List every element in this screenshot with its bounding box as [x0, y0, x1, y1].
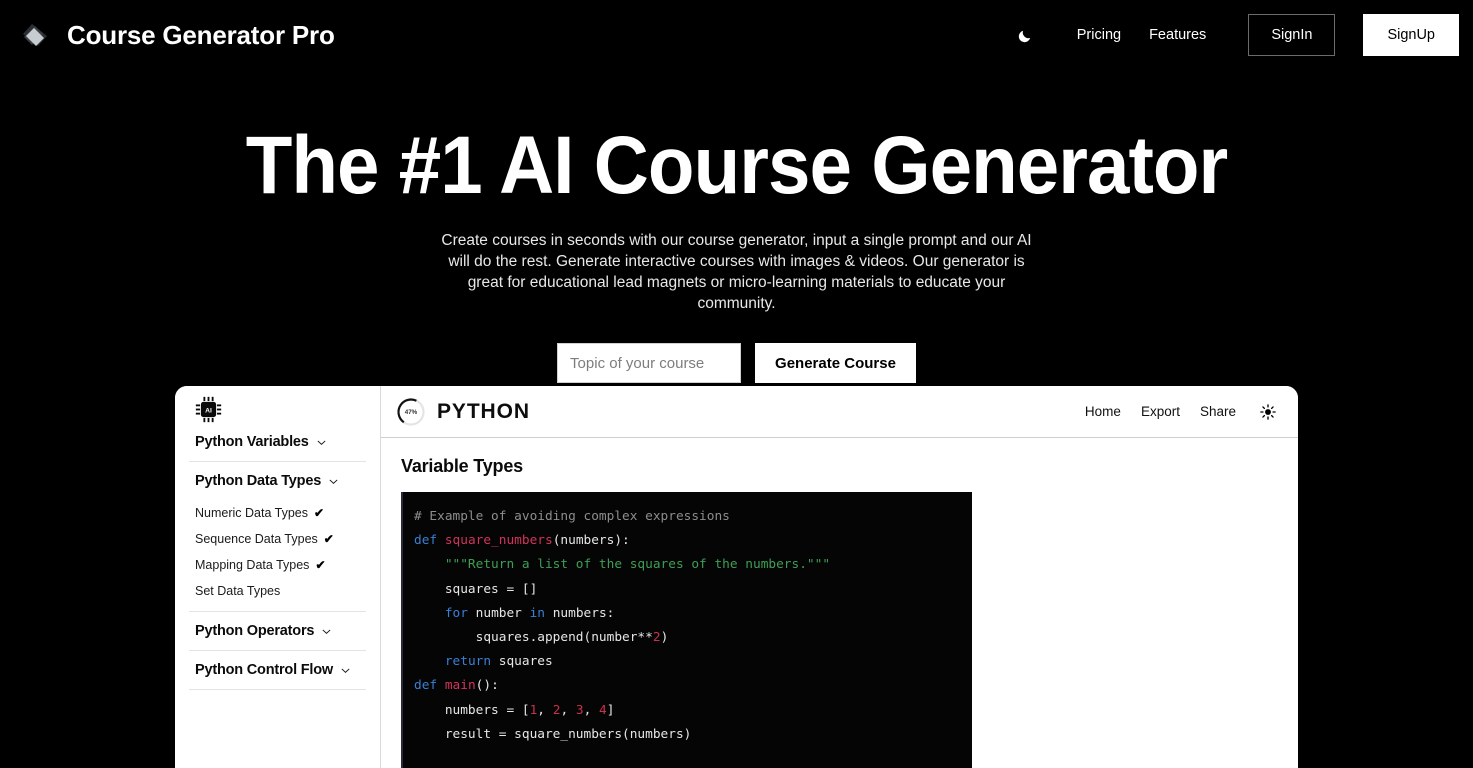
sidebar-item-sequence-data-types[interactable]: Sequence Data Types ✔ — [187, 526, 368, 552]
course-title: PYTHON — [437, 399, 530, 423]
code-line: squares.append(number**2) — [414, 626, 972, 650]
code-token: , — [583, 702, 599, 718]
code-token: 4 — [599, 702, 607, 718]
chevron-down-icon — [341, 668, 350, 673]
code-token: squares = [] — [414, 581, 538, 597]
top-navigation-bar: Course Generator Pro Pricing Features Si… — [0, 0, 1473, 70]
code-line: result = square_numbers(numbers) — [414, 723, 972, 747]
code-token: 3 — [575, 702, 584, 718]
course-topic-input[interactable] — [557, 343, 742, 383]
code-token: return — [444, 654, 492, 670]
sun-icon[interactable] — [1260, 403, 1276, 420]
sidebar-group-python-data-types[interactable]: Python Data Types — [187, 462, 368, 500]
sun-glyph — [1260, 403, 1276, 420]
sidebar-group-label: Python Data Types — [195, 473, 322, 489]
chevron-down-icon — [329, 479, 338, 484]
svg-text:AI: AI — [205, 407, 212, 414]
code-line: numbers = [1, 2, 3, 4] — [414, 699, 972, 723]
code-line: squares = [] — [414, 578, 972, 602]
progress-ring-icon: 47% — [397, 397, 425, 426]
code-snippet-block: # Example of avoiding complex expression… — [401, 492, 972, 768]
check-icon: ✔ — [323, 532, 334, 546]
progress-label: 47% — [405, 409, 418, 416]
code-token: , — [537, 702, 553, 718]
sidebar-item-mapping-data-types[interactable]: Mapping Data Types ✔ — [187, 552, 368, 578]
hero-section: The #1 AI Course Generator Create course… — [0, 118, 1473, 383]
code-token: squares — [491, 654, 553, 670]
sidebar-item-numeric-data-types[interactable]: Numeric Data Types ✔ — [187, 500, 368, 526]
preview-nav-home[interactable]: Home — [1085, 404, 1121, 419]
app-logo-icon — [23, 24, 47, 46]
sidebar-group-python-control-flow[interactable]: Python Control Flow — [187, 651, 368, 689]
sidebar-divider — [189, 689, 366, 690]
check-icon: ✔ — [314, 506, 325, 520]
sidebar-item-label: Numeric Data Types — [195, 506, 309, 520]
sidebar-group-python-operators[interactable]: Python Operators — [187, 612, 368, 650]
code-line: # Example of avoiding complex expression… — [414, 505, 972, 529]
course-generator-form: Generate Course — [0, 343, 1473, 383]
generate-course-button[interactable]: Generate Course — [755, 343, 916, 383]
code-token: numbers: — [545, 605, 615, 621]
page-title: The #1 AI Course Generator — [245, 120, 1229, 211]
nav-right-group: Pricing Features SignIn SignUp — [1009, 14, 1459, 56]
nav-link-features[interactable]: Features — [1135, 21, 1220, 49]
sidebar-group-label: Python Operators — [195, 623, 315, 639]
sidebar-item-label: Sequence Data Types — [195, 532, 318, 546]
preview-main-pane: 47% PYTHON Home Export Share Variable Ty… — [381, 386, 1298, 768]
preview-nav-export[interactable]: Export — [1141, 404, 1180, 419]
code-token: ) — [660, 630, 669, 646]
preview-nav-share[interactable]: Share — [1200, 404, 1236, 419]
check-icon: ✔ — [315, 558, 326, 572]
moon-glyph — [1019, 30, 1031, 42]
code-token: (): — [475, 678, 499, 694]
code-token: 2 — [652, 630, 661, 646]
preview-content: Variable Types # Example of avoiding com… — [381, 438, 1298, 768]
preview-header: 47% PYTHON Home Export Share — [381, 386, 1298, 438]
chevron-down-icon — [317, 440, 326, 445]
section-heading: Variable Types — [401, 456, 523, 476]
code-token: # Example of avoiding complex expression… — [414, 509, 730, 524]
hero-subtitle: Create courses in seconds with our cours… — [441, 232, 1032, 312]
code-token: , — [560, 702, 576, 718]
preview-sidebar: AI Python Variables Python Data Types Nu… — [175, 386, 381, 768]
sidebar-group-python-variables[interactable]: Python Variables — [187, 423, 368, 461]
sidebar-item-set-data-types[interactable]: Set Data Types — [187, 578, 368, 604]
sidebar-group-label: Python Control Flow — [195, 662, 333, 678]
code-token: square_numbers — [444, 533, 553, 549]
nav-link-pricing[interactable]: Pricing — [1063, 21, 1135, 49]
code-token: in — [529, 605, 546, 621]
code-token: for — [444, 605, 468, 621]
code-token: def — [414, 678, 445, 694]
brand-title: Course Generator Pro — [67, 19, 335, 50]
sidebar-sublist: Numeric Data Types ✔ Sequence Data Types… — [187, 500, 368, 611]
sidebar-item-label: Set Data Types — [195, 584, 281, 598]
code-line: for number in numbers: — [414, 602, 972, 626]
code-line: return squares — [414, 650, 972, 674]
ai-chip-icon: AI — [195, 396, 222, 423]
code-line: def square_numbers(numbers): — [414, 529, 972, 553]
code-token: (numbers): — [552, 533, 630, 549]
code-token: result = square_numbers(numbers) — [414, 726, 692, 742]
code-token: numbers = [ — [414, 702, 530, 718]
course-identity: 47% PYTHON — [396, 397, 530, 427]
code-token: ] — [606, 702, 615, 718]
brand[interactable]: Course Generator Pro — [18, 18, 335, 52]
code-line: """Return a list of the squares of the n… — [414, 553, 972, 577]
sidebar-item-label: Mapping Data Types — [195, 558, 310, 572]
signup-button[interactable]: SignUp — [1363, 14, 1459, 56]
code-token: squares.append(number** — [414, 630, 653, 646]
course-preview-window: AI Python Variables Python Data Types Nu… — [175, 386, 1298, 768]
code-token: def — [414, 533, 445, 549]
moon-icon[interactable] — [1009, 18, 1043, 52]
preview-nav: Home Export Share — [1085, 403, 1276, 420]
code-token: main — [444, 678, 476, 694]
chevron-down-icon — [322, 629, 331, 634]
sidebar-group-label: Python Variables — [195, 434, 309, 450]
code-token: number — [467, 605, 530, 621]
code-token: """Return a list of the squares of the n… — [414, 557, 831, 573]
signin-button[interactable]: SignIn — [1248, 14, 1336, 56]
code-line: def main(): — [414, 674, 972, 698]
